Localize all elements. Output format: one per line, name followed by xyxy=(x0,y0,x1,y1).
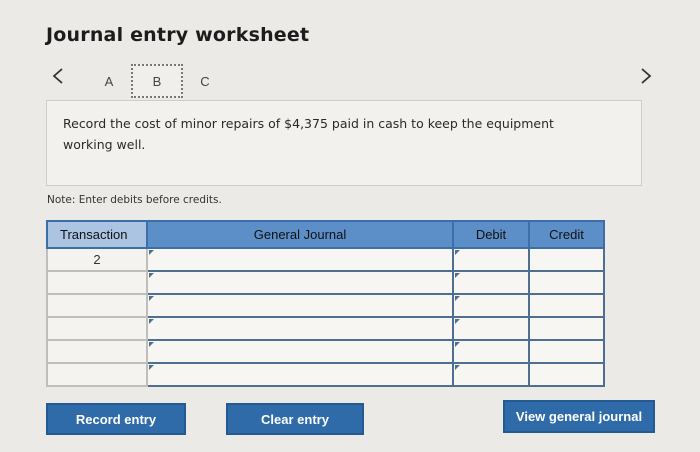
table-header-row: Transaction General Journal Debit Credit xyxy=(46,220,605,249)
debit-input[interactable] xyxy=(452,293,530,318)
account-input[interactable] xyxy=(146,339,454,364)
transaction-cell xyxy=(46,339,148,364)
record-entry-button[interactable]: Record entry xyxy=(46,403,186,435)
chevron-right-icon[interactable] xyxy=(636,64,656,88)
table-row xyxy=(46,362,605,387)
credit-input[interactable] xyxy=(528,339,605,364)
tab-c[interactable]: C xyxy=(190,64,220,98)
credit-input[interactable] xyxy=(528,270,605,295)
table-row xyxy=(46,270,605,295)
account-input[interactable] xyxy=(146,316,454,341)
account-input[interactable] xyxy=(146,270,454,295)
account-input[interactable] xyxy=(146,362,454,387)
credit-input[interactable] xyxy=(528,316,605,341)
account-input[interactable] xyxy=(146,293,454,318)
prompt-box: Record the cost of minor repairs of $4,3… xyxy=(46,100,642,186)
journal-table: Transaction General Journal Debit Credit… xyxy=(46,220,605,387)
transaction-cell: 2 xyxy=(46,247,148,272)
prompt-text: Record the cost of minor repairs of $4,3… xyxy=(63,116,554,152)
worksheet-title: Journal entry worksheet xyxy=(46,24,310,46)
transaction-cell xyxy=(46,270,148,295)
debit-input[interactable] xyxy=(452,316,530,341)
debit-input[interactable] xyxy=(452,247,530,272)
tab-b[interactable]: B xyxy=(131,64,183,98)
credit-input[interactable] xyxy=(528,293,605,318)
table-row xyxy=(46,339,605,364)
debit-input[interactable] xyxy=(452,362,530,387)
debit-input[interactable] xyxy=(452,339,530,364)
credit-input[interactable] xyxy=(528,362,605,387)
note-text: Note: Enter debits before credits. xyxy=(47,194,222,206)
table-row xyxy=(46,293,605,318)
header-transaction: Transaction xyxy=(46,220,148,249)
table-row: 2 xyxy=(46,247,605,272)
tab-a[interactable]: A xyxy=(94,64,124,98)
credit-input[interactable] xyxy=(528,247,605,272)
transaction-cell xyxy=(46,362,148,387)
header-credit: Credit xyxy=(528,220,605,249)
view-general-journal-button[interactable]: View general journal xyxy=(503,400,655,433)
chevron-left-icon[interactable] xyxy=(48,64,68,88)
table-row xyxy=(46,316,605,341)
debit-input[interactable] xyxy=(452,270,530,295)
transaction-cell xyxy=(46,293,148,318)
transaction-cell xyxy=(46,316,148,341)
header-general-journal: General Journal xyxy=(146,220,454,249)
account-input[interactable] xyxy=(146,247,454,272)
header-debit: Debit xyxy=(452,220,530,249)
clear-entry-button[interactable]: Clear entry xyxy=(226,403,364,435)
